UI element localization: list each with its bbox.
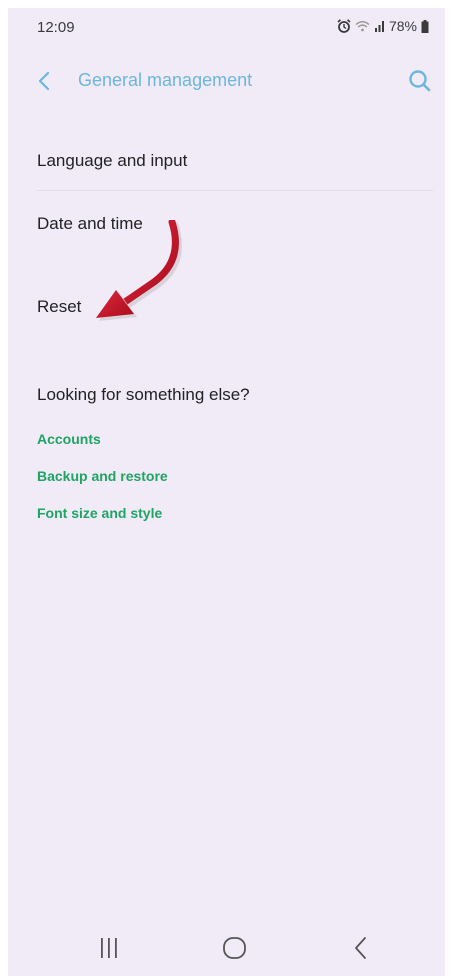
home-icon: [223, 937, 246, 959]
search-icon: [409, 70, 431, 92]
divider: [37, 190, 433, 191]
back-button[interactable]: [32, 68, 58, 94]
battery-percent: 78%: [388, 18, 417, 34]
status-time: 12:09: [37, 19, 75, 36]
status-icons: 78%: [337, 18, 429, 34]
link-font-size-and-style[interactable]: Font size and style: [37, 505, 162, 521]
wifi-icon: [355, 20, 370, 33]
settings-screen: 12:09 78% General management Language an…: [8, 8, 445, 976]
recent-apps-icon: [101, 938, 117, 958]
nav-back-button[interactable]: [346, 934, 376, 962]
signal-icon: [374, 20, 385, 32]
menu-item-language-and-input[interactable]: Language and input: [37, 151, 187, 171]
suggestions-heading: Looking for something else?: [37, 385, 250, 404]
app-bar: General management: [8, 58, 445, 104]
home-button[interactable]: [220, 934, 250, 962]
page-title: General management: [78, 70, 253, 90]
alarm-icon: [337, 19, 351, 33]
search-button[interactable]: [405, 66, 435, 96]
link-backup-and-restore[interactable]: Backup and restore: [37, 468, 168, 484]
chevron-left-icon: [38, 71, 50, 91]
recent-apps-button[interactable]: [94, 934, 124, 962]
link-accounts[interactable]: Accounts: [37, 431, 101, 447]
back-icon: [355, 937, 366, 959]
annotation-arrow-icon: [96, 220, 182, 321]
status-bar: 12:09 78%: [8, 8, 445, 50]
menu-item-reset[interactable]: Reset: [37, 297, 81, 317]
system-nav-bar: [8, 920, 445, 976]
battery-icon: [421, 19, 429, 33]
